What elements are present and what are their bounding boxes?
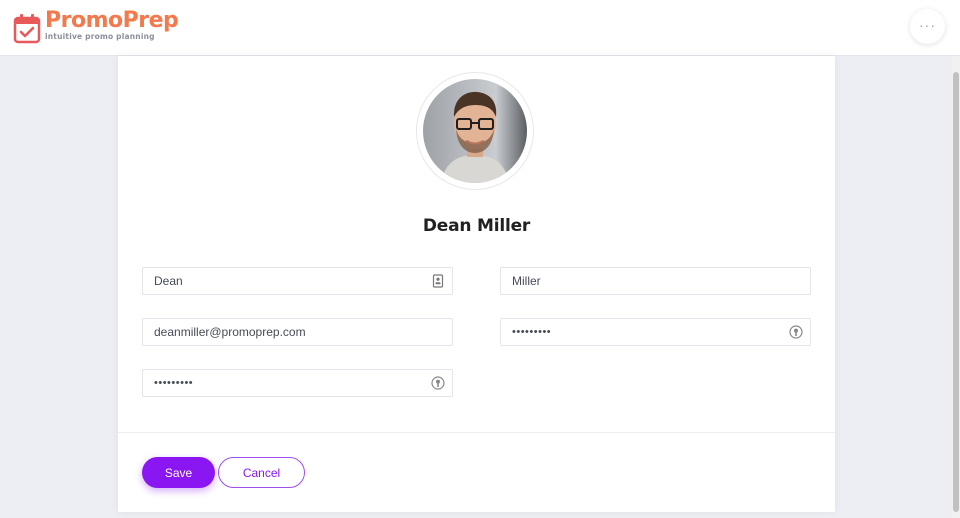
password-field[interactable]: [500, 318, 811, 346]
scrollbar-thumb[interactable]: [953, 72, 959, 512]
profile-card: Dean Miller Save Cancel: [118, 56, 835, 512]
more-options-button[interactable]: ···: [910, 9, 945, 44]
email-input[interactable]: [143, 319, 452, 345]
page-scrollbar[interactable]: [952, 56, 960, 518]
password-input[interactable]: [501, 319, 810, 345]
cancel-button[interactable]: Cancel: [218, 457, 305, 488]
top-bar: PromoPrep intuitive promo planning ···: [0, 0, 960, 56]
ellipsis-icon: ···: [919, 16, 936, 33]
profile-full-name: Dean Miller: [422, 216, 531, 236]
password-key-icon[interactable]: [431, 376, 445, 390]
brand-name: PromoPrep: [45, 8, 179, 33]
calendar-check-icon: [13, 14, 41, 44]
user-avatar-photo[interactable]: [423, 79, 527, 183]
promoprep-logo[interactable]: PromoPrep intuitive promo planning: [13, 8, 179, 44]
last-name-input[interactable]: [501, 268, 810, 294]
avatar-frame: [416, 72, 534, 190]
form-divider: [118, 432, 835, 433]
contact-card-icon: [432, 274, 444, 288]
password-key-icon[interactable]: [789, 325, 803, 339]
save-button[interactable]: Save: [142, 457, 215, 488]
first-name-input[interactable]: [143, 268, 452, 294]
confirm-password-field[interactable]: [142, 369, 453, 397]
email-field[interactable]: [142, 318, 453, 346]
first-name-field[interactable]: [142, 267, 453, 295]
confirm-password-input[interactable]: [143, 370, 452, 396]
last-name-field[interactable]: [500, 267, 811, 295]
